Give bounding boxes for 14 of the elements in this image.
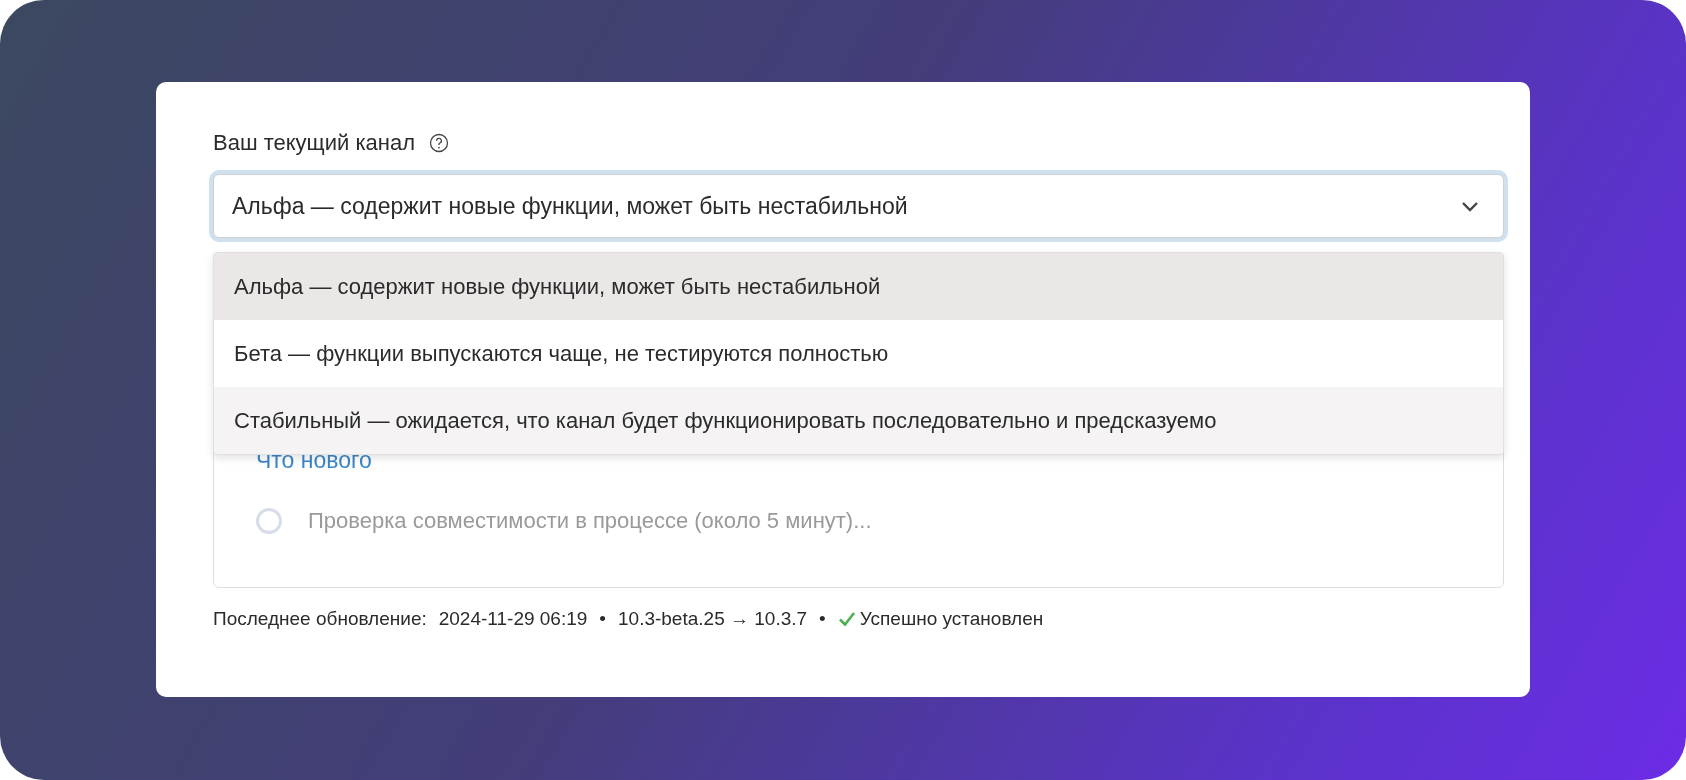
field-label: Ваш текущий канал xyxy=(213,130,415,156)
version-change: 10.3-beta.25 → 10.3.7 xyxy=(618,608,808,630)
help-icon[interactable] xyxy=(428,133,449,153)
status-text: Проверка совместимости в процессе (около 5 минут)... xyxy=(308,508,872,534)
chevron-icon xyxy=(1461,200,1479,212)
dropdown-option[interactable]: Альфа — содержит новые функции, может быть нестабильной xyxy=(214,253,1503,320)
spinner-icon xyxy=(256,508,282,534)
dropdown-option[interactable]: Стабильный — ожидается, что канал будет функционировать последовательно и предсказуемо xyxy=(214,387,1503,454)
footer-label: Последнее обновление: xyxy=(213,608,427,630)
separator-dot: • xyxy=(599,608,606,630)
dropdown-option[interactable]: Бета — функции выпускаются чаще, не тестируются полностью xyxy=(214,320,1503,387)
install-status: Успешно установлен xyxy=(859,608,1044,630)
update-date: 2024-11-29 06:19 xyxy=(438,608,588,630)
separator-dot: • xyxy=(819,608,826,630)
